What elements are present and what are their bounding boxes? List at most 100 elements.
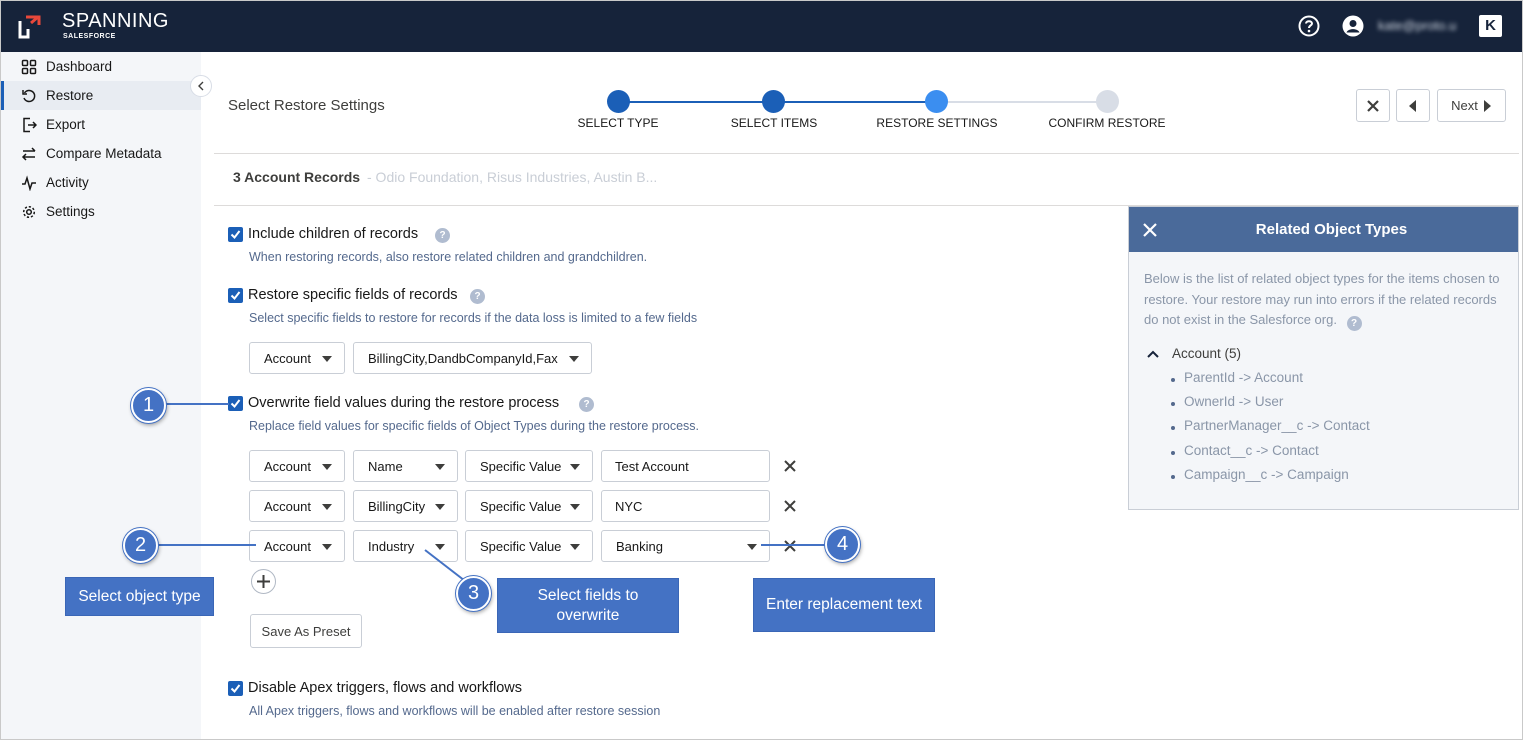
remove-row-icon[interactable] bbox=[783, 459, 797, 473]
specific-fields-desc: Select specific fields to restore for re… bbox=[249, 311, 698, 325]
step-label-select-items: SELECT ITEMS bbox=[730, 116, 818, 130]
chevron-left-icon bbox=[198, 81, 204, 91]
caret-down-icon bbox=[747, 544, 757, 550]
brand-name: SPANNING bbox=[62, 10, 169, 32]
step-label-restore-settings: RESTORE SETTINGS bbox=[876, 116, 998, 130]
callout-badge-4: 4 bbox=[825, 527, 860, 562]
select-value: Account bbox=[264, 458, 311, 474]
sidebar-item-label: Export bbox=[46, 117, 86, 132]
top-bar: SPANNING SALESFORCE kate@proto.u K bbox=[1, 1, 1522, 52]
panel-description-text: Below is the list of related object type… bbox=[1144, 271, 1500, 327]
remove-row-icon[interactable] bbox=[783, 539, 797, 553]
include-children-checkbox[interactable] bbox=[228, 227, 243, 242]
overwrite-row-value-input[interactable]: NYC bbox=[601, 490, 770, 522]
related-item: ParentId -> Account bbox=[1184, 370, 1303, 385]
overwrite-row-mode-select[interactable]: Specific Value bbox=[465, 450, 593, 482]
callout-badge-1: 1 bbox=[131, 388, 166, 423]
back-button[interactable] bbox=[1396, 89, 1430, 122]
overwrite-title: Overwrite field values during the restor… bbox=[248, 395, 560, 411]
overwrite-row-field-select[interactable]: BillingCity bbox=[353, 490, 458, 522]
select-value: Specific Value bbox=[480, 458, 562, 474]
help-icon[interactable]: ? bbox=[470, 289, 485, 304]
overwrite-checkbox[interactable] bbox=[228, 396, 243, 411]
specific-fields-title: Restore specific fields of records bbox=[248, 287, 458, 303]
user-email[interactable]: kate@proto.u bbox=[1378, 18, 1456, 33]
panel-group-account[interactable]: Account (5) bbox=[1172, 346, 1241, 361]
close-icon bbox=[1367, 99, 1379, 112]
records-subtitle: - Odio Foundation, Risus Industries, Aus… bbox=[367, 169, 658, 185]
overwrite-row-mode-select[interactable]: Specific Value bbox=[465, 530, 593, 562]
sidebar-item-settings[interactable]: Settings bbox=[1, 197, 201, 226]
overwrite-row-mode-select[interactable]: Specific Value bbox=[465, 490, 593, 522]
caret-down-icon bbox=[569, 356, 579, 362]
sidebar-item-label: Activity bbox=[46, 175, 89, 190]
disable-apex-checkbox[interactable] bbox=[228, 681, 243, 696]
triangle-left-icon bbox=[1409, 99, 1416, 112]
related-item: Campaign__c -> Campaign bbox=[1184, 467, 1349, 482]
help-icon[interactable] bbox=[1298, 15, 1320, 37]
overwrite-row-object-select[interactable]: Account bbox=[249, 490, 345, 522]
step-label-select-type: SELECT TYPE bbox=[577, 116, 659, 130]
sidebar-item-label: Compare Metadata bbox=[46, 146, 162, 161]
overwrite-row-object-select[interactable]: Account bbox=[249, 450, 345, 482]
sidebar-item-compare-metadata[interactable]: Compare Metadata bbox=[1, 139, 201, 168]
triangle-right-icon bbox=[1483, 99, 1491, 112]
related-item: Contact__c -> Contact bbox=[1184, 443, 1319, 458]
gear-icon bbox=[22, 205, 36, 218]
callout-select-fields: Select fields to overwrite bbox=[497, 578, 679, 633]
sidebar-item-label: Settings bbox=[46, 204, 95, 219]
caret-down-icon bbox=[435, 464, 445, 470]
overwrite-row-object-select[interactable]: Account bbox=[249, 530, 345, 562]
overwrite-row-value-input[interactable]: Test Account bbox=[601, 450, 770, 482]
sidebar-item-activity[interactable]: Activity bbox=[1, 168, 201, 197]
spanning-logo-icon bbox=[18, 15, 41, 39]
sidebar: Dashboard Restore Export Compare Metadat… bbox=[1, 52, 201, 739]
remove-row-icon[interactable] bbox=[783, 499, 797, 513]
activity-icon bbox=[22, 174, 36, 191]
collapse-sidebar-button[interactable] bbox=[190, 75, 212, 97]
select-value: Name bbox=[368, 458, 403, 474]
kaseya-logo-icon[interactable]: K bbox=[1479, 15, 1502, 37]
select-value: Specific Value bbox=[480, 538, 562, 554]
checkmark-icon bbox=[230, 291, 241, 301]
help-icon[interactable]: ? bbox=[579, 397, 594, 412]
add-row-button[interactable] bbox=[251, 569, 276, 594]
app-window: SPANNING SALESFORCE kate@proto.u K Dashb… bbox=[0, 0, 1523, 740]
overwrite-row-value-select[interactable]: Banking bbox=[601, 530, 770, 562]
sidebar-item-label: Restore bbox=[46, 88, 94, 103]
caret-down-icon bbox=[570, 504, 580, 510]
help-icon[interactable]: ? bbox=[1346, 316, 1362, 331]
sidebar-item-dashboard[interactable]: Dashboard bbox=[1, 52, 201, 81]
panel-description: Below is the list of related object type… bbox=[1144, 269, 1504, 331]
select-value: Account bbox=[264, 538, 311, 554]
specific-fields-checkbox[interactable] bbox=[228, 288, 243, 303]
disable-apex-desc: All Apex triggers, flows and workflows w… bbox=[249, 704, 661, 718]
step-label-confirm-restore: CONFIRM RESTORE bbox=[1048, 116, 1166, 130]
step-dot-restore-settings bbox=[925, 90, 948, 113]
sidebar-item-export[interactable]: Export bbox=[1, 110, 201, 139]
restore-icon bbox=[22, 89, 36, 102]
user-avatar-icon[interactable] bbox=[1342, 15, 1364, 37]
specific-fields-object-select[interactable]: Account bbox=[249, 342, 345, 374]
step-dot-select-items bbox=[762, 90, 785, 113]
checkmark-icon bbox=[230, 684, 241, 694]
caret-down-icon bbox=[570, 464, 580, 470]
compare-icon bbox=[21, 146, 36, 161]
stepper-remaining-line bbox=[936, 101, 1107, 103]
plus-icon bbox=[257, 575, 270, 588]
select-value: Banking bbox=[616, 538, 663, 554]
callout-connector bbox=[761, 544, 827, 546]
cancel-button[interactable] bbox=[1356, 89, 1390, 122]
help-icon[interactable]: ? bbox=[435, 228, 450, 243]
specific-fields-fields-select[interactable]: BillingCity,DandbCompanyId,Fax bbox=[353, 342, 592, 374]
sidebar-item-restore[interactable]: Restore bbox=[1, 81, 201, 110]
save-as-preset-button[interactable]: Save As Preset bbox=[250, 614, 362, 648]
caret-down-icon bbox=[322, 504, 332, 510]
bullet bbox=[1171, 378, 1175, 382]
callout-badge-3: 3 bbox=[456, 576, 491, 611]
panel-title: Related Object Types bbox=[1255, 221, 1408, 238]
next-button[interactable]: Next bbox=[1437, 89, 1506, 122]
overwrite-row-field-select[interactable]: Name bbox=[353, 450, 458, 482]
callout-connector bbox=[156, 544, 256, 546]
chevron-up-icon[interactable] bbox=[1146, 349, 1160, 359]
